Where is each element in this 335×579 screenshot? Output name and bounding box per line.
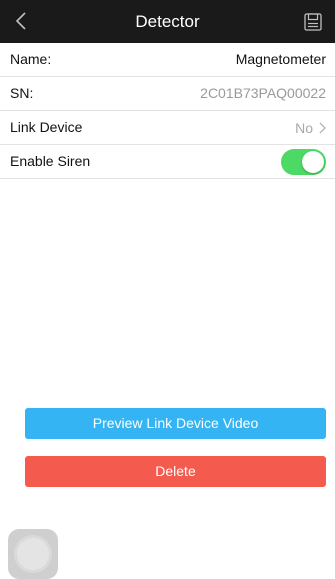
detector-screen: Detector Name: Magnetometer SN: 2C01B73P… (0, 0, 335, 579)
enable-siren-toggle[interactable] (281, 149, 326, 175)
navigation-bar: Detector (0, 0, 335, 43)
save-disk-icon (304, 13, 322, 31)
page-title: Detector (135, 12, 200, 31)
preview-link-device-video-button[interactable]: Preview Link Device Video (25, 408, 326, 439)
chevron-right-icon (319, 122, 326, 133)
assistive-touch-icon (17, 538, 49, 570)
assistive-touch-button[interactable] (8, 529, 58, 579)
sn-value: 2C01B73PAQ00022 (200, 85, 326, 101)
sn-label: SN: (10, 85, 34, 101)
save-button[interactable] (299, 8, 327, 36)
name-row: Name: Magnetometer (0, 43, 335, 77)
sn-row: SN: 2C01B73PAQ00022 (0, 77, 335, 111)
link-device-label: Link Device (10, 119, 83, 135)
enable-siren-label: Enable Siren (10, 153, 91, 169)
toggle-knob (302, 151, 324, 173)
detector-settings-list: Name: Magnetometer SN: 2C01B73PAQ00022 L… (0, 43, 335, 179)
link-device-selector[interactable]: No (295, 111, 326, 144)
delete-button[interactable]: Delete (25, 456, 326, 487)
link-device-row[interactable]: Link Device No (0, 111, 335, 145)
name-label: Name: (10, 51, 52, 67)
link-device-value: No (295, 119, 313, 136)
enable-siren-row: Enable Siren (0, 145, 335, 179)
name-value: Magnetometer (235, 51, 326, 67)
